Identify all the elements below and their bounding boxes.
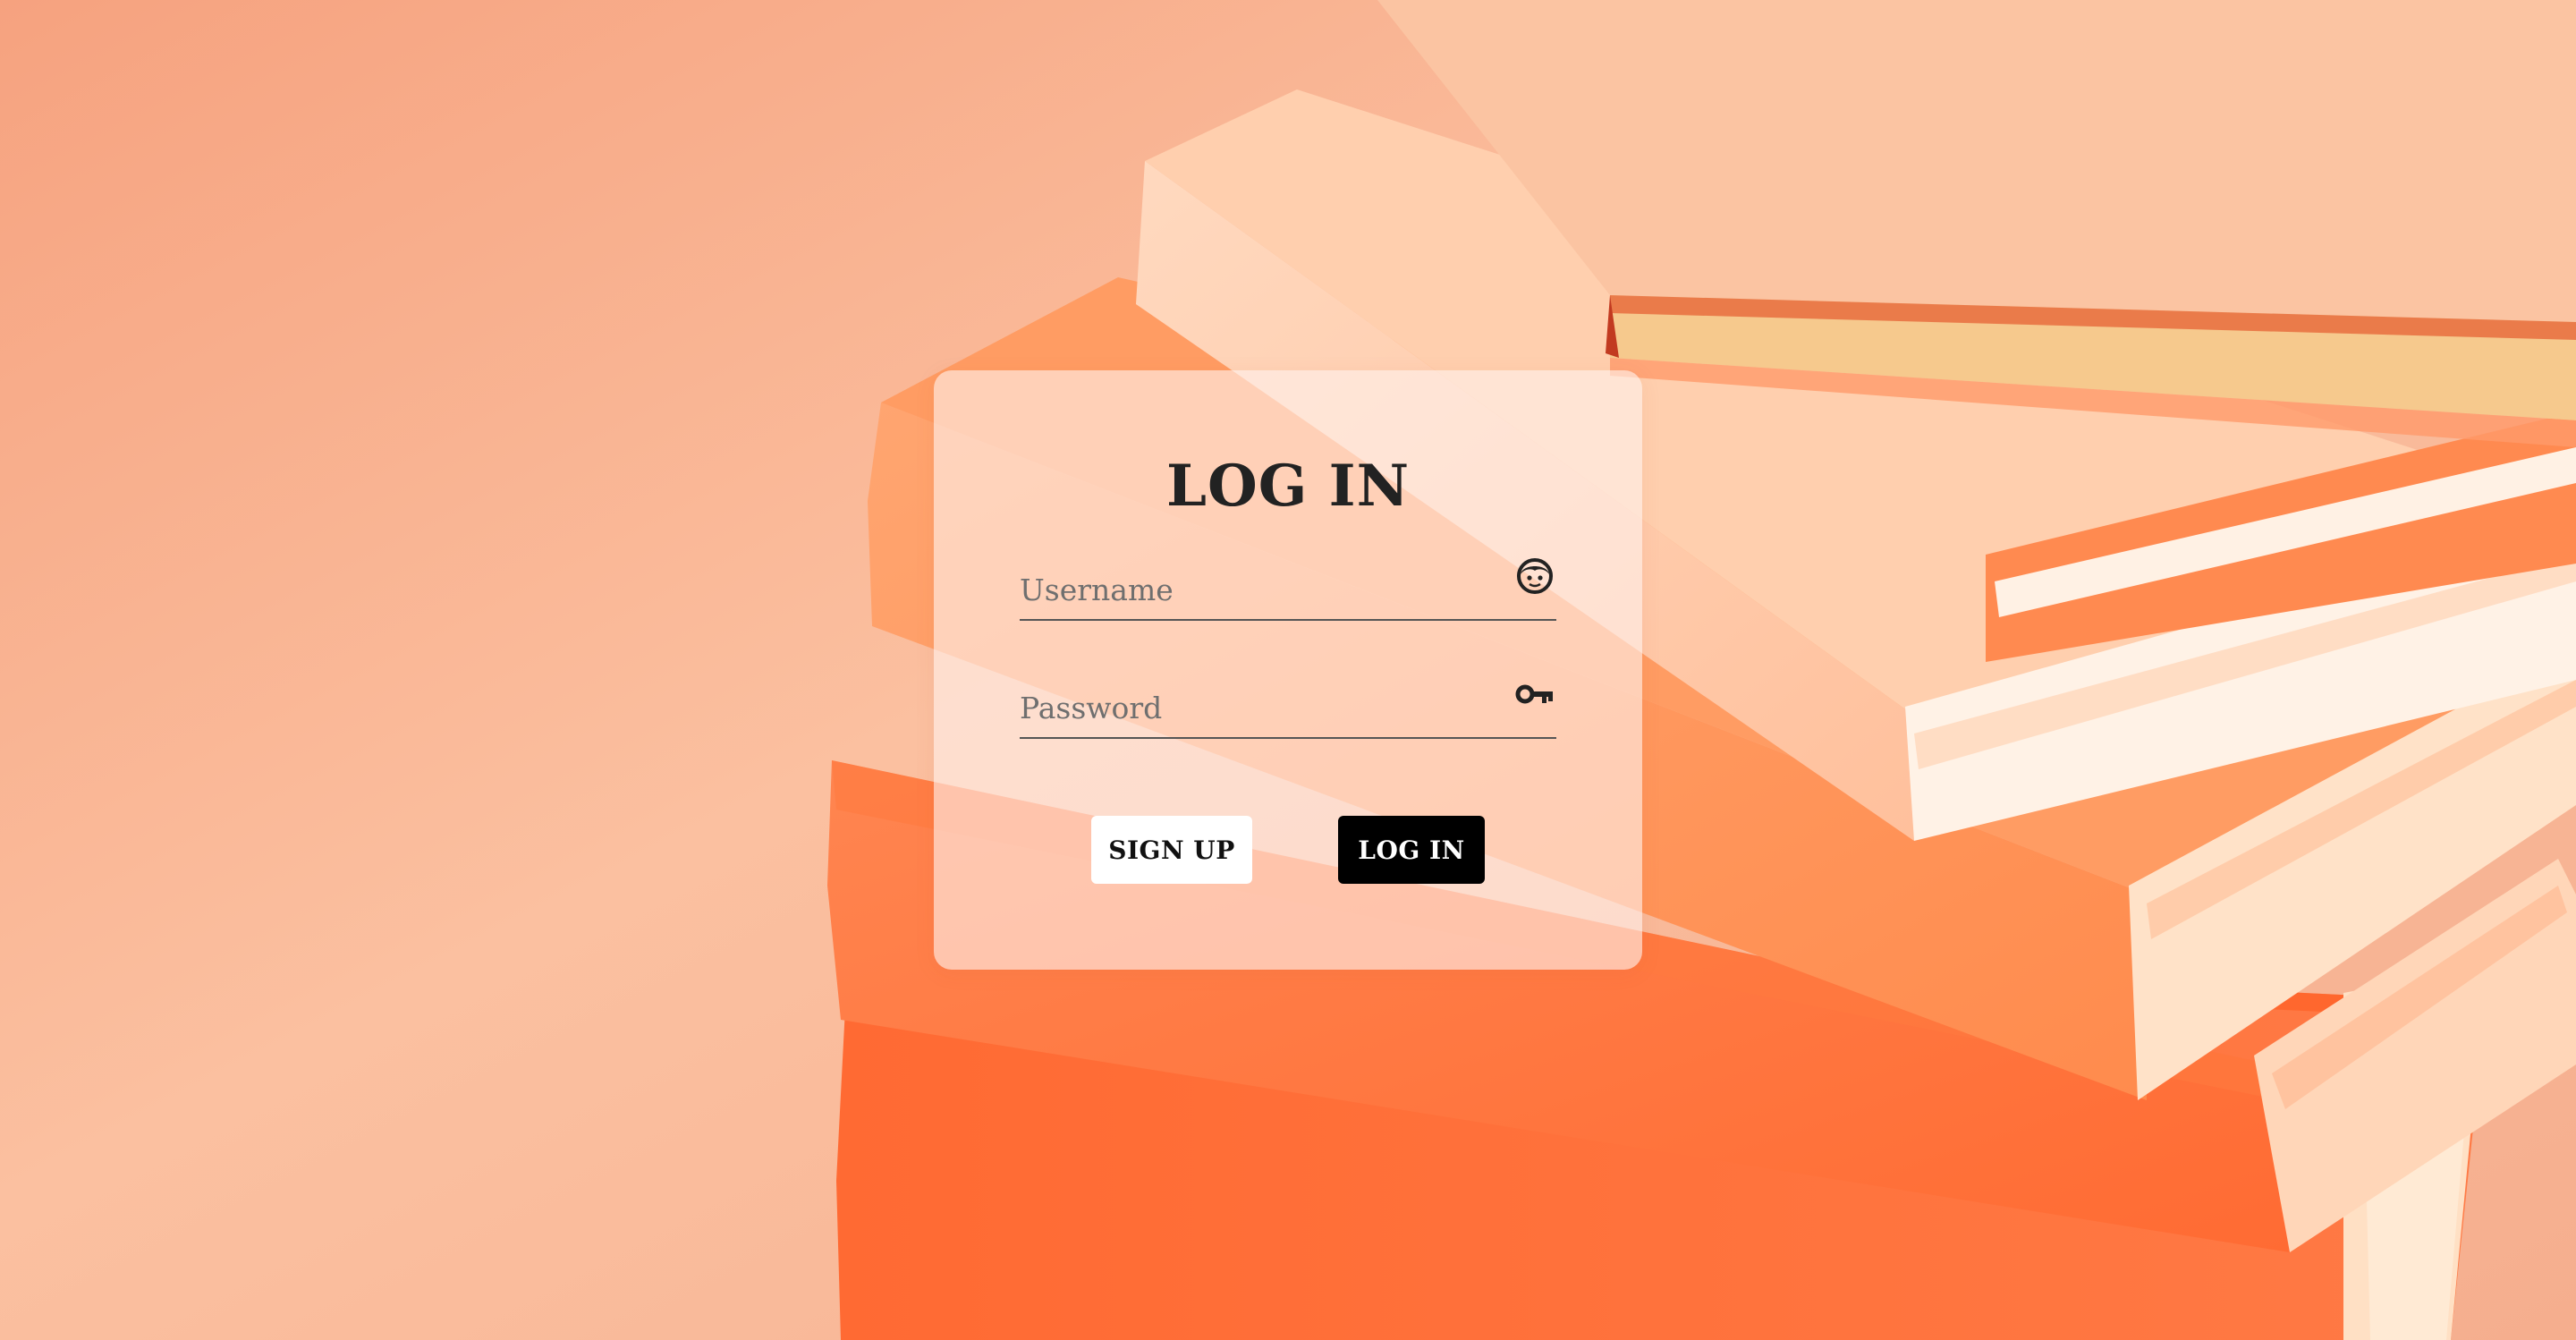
sign-up-button[interactable]: SIGN UP <box>1091 816 1252 884</box>
password-field <box>1020 674 1556 739</box>
face-icon <box>1517 558 1553 594</box>
username-input[interactable] <box>1020 567 1485 612</box>
password-input[interactable] <box>1020 685 1485 730</box>
username-field <box>1020 556 1556 621</box>
login-title: LOG IN <box>1165 453 1411 520</box>
login-card: LOG IN SIGN UP LOG IN <box>934 370 1642 970</box>
log-in-button[interactable]: LOG IN <box>1338 816 1485 884</box>
key-icon <box>1515 684 1553 704</box>
